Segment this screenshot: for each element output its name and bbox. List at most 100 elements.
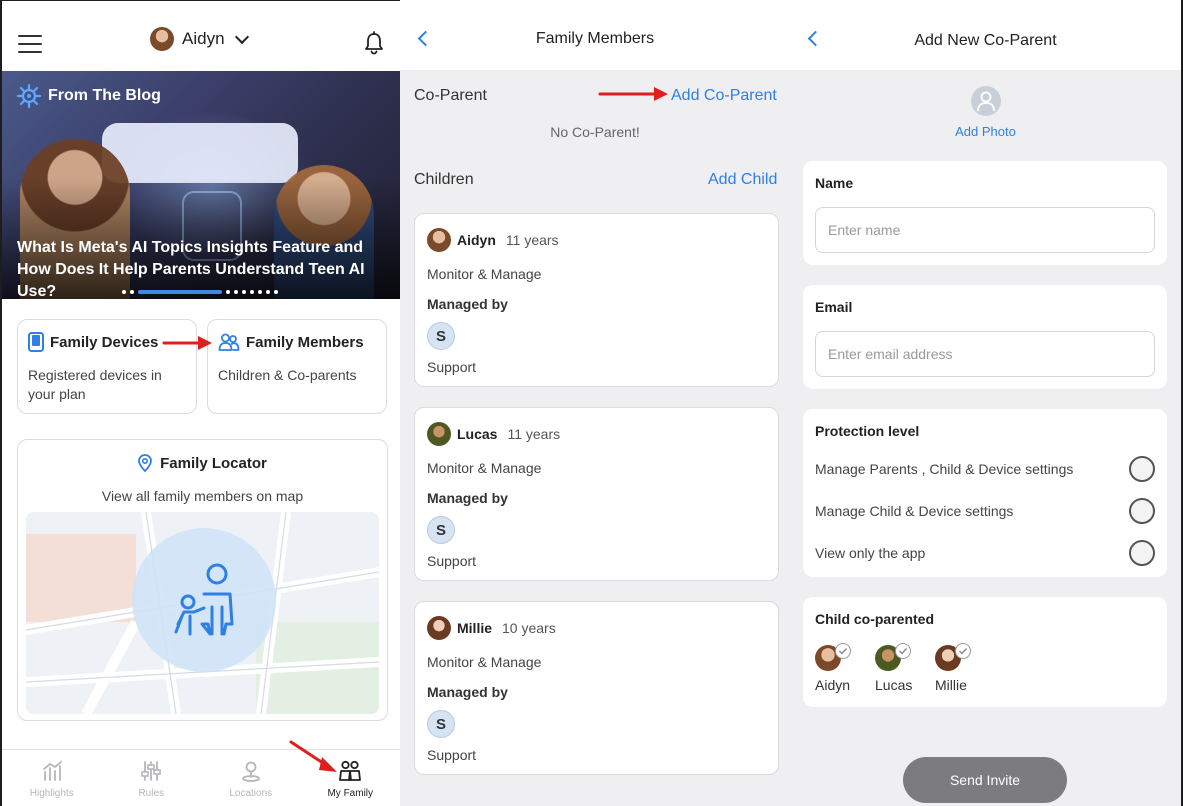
home-header: Aidyn bbox=[2, 1, 400, 71]
bottom-tab-bar: Highlights Rules Locations My Family bbox=[2, 749, 400, 806]
protection-option-view-only[interactable]: View only the app bbox=[815, 540, 1155, 566]
tab-locations-label: Locations bbox=[229, 788, 273, 799]
managed-by-label: Managed by bbox=[427, 684, 508, 700]
page-title: Family Members bbox=[535, 30, 655, 47]
add-co-parent-header: Add New Co-Parent bbox=[790, 0, 1181, 70]
user-name: Aidyn bbox=[182, 29, 225, 48]
check-icon bbox=[955, 643, 971, 659]
family-members-title: Family Members bbox=[246, 333, 364, 351]
monitor-manage-text: Monitor & Manage bbox=[427, 266, 542, 282]
chart-icon bbox=[42, 761, 62, 781]
annotation-arrow-my-family bbox=[289, 740, 337, 772]
protection-option-manage-child[interactable]: Manage Child & Device settings bbox=[815, 498, 1155, 524]
email-field-card: Email bbox=[803, 285, 1167, 389]
send-invite-button[interactable]: Send Invite bbox=[903, 757, 1067, 803]
user-avatar bbox=[150, 27, 174, 51]
annotation-arrow-family-members bbox=[162, 336, 212, 350]
chevron-down-icon bbox=[234, 29, 249, 44]
manager-name: Support bbox=[427, 359, 477, 375]
family-locator-subtitle: View all family members on map bbox=[101, 488, 304, 504]
home-screen: Aidyn From The Blog What Is Meta's AI To… bbox=[0, 0, 400, 806]
child-name: Aidyn bbox=[815, 677, 851, 693]
children-section-label: Children bbox=[414, 171, 474, 188]
location-icon bbox=[241, 761, 260, 782]
add-photo-link[interactable]: Add Photo bbox=[955, 124, 1016, 139]
tab-rules[interactable]: Rules bbox=[102, 750, 202, 806]
family-members-card[interactable]: Family Members Children & Co-parents bbox=[207, 319, 387, 414]
child-avatar bbox=[427, 228, 451, 252]
family-members-screen: Family Members Co-Parent Add Co-Parent N… bbox=[400, 0, 790, 806]
tab-locations[interactable]: Locations bbox=[201, 750, 301, 806]
add-photo-area[interactable]: Add Photo bbox=[790, 86, 1181, 139]
child-age: 11 years bbox=[507, 426, 561, 442]
child-card-millie[interactable]: Millie 10 years Monitor & Manage Managed… bbox=[414, 601, 779, 775]
child-name: Lucas bbox=[457, 426, 498, 442]
family-locator-card[interactable]: Family Locator View all family members o… bbox=[17, 439, 388, 721]
child-selector: Aidyn Lucas Millie bbox=[815, 643, 975, 693]
protection-option-label: View only the app bbox=[815, 545, 926, 561]
tab-highlights-label: Highlights bbox=[29, 788, 74, 799]
add-co-parent-link[interactable]: Add Co-Parent bbox=[671, 87, 777, 105]
co-parent-child-millie[interactable]: Millie bbox=[935, 643, 975, 693]
manager-name: Support bbox=[427, 747, 477, 763]
co-parent-section-label: Co-Parent bbox=[414, 87, 487, 104]
child-name: Millie bbox=[935, 677, 967, 693]
manager-avatar: S bbox=[427, 710, 455, 738]
person-placeholder-icon bbox=[970, 86, 1001, 116]
tab-highlights[interactable]: Highlights bbox=[2, 750, 102, 806]
bell-icon[interactable] bbox=[363, 31, 385, 55]
co-parent-child-aidyn[interactable]: Aidyn bbox=[815, 643, 855, 693]
carousel-dots bbox=[122, 290, 278, 294]
co-parent-child-lucas[interactable]: Lucas bbox=[875, 643, 915, 693]
family-locator-title: Family Locator bbox=[160, 454, 267, 472]
protection-option-label: Manage Child & Device settings bbox=[815, 503, 1014, 519]
child-card-lucas[interactable]: Lucas 11 years Monitor & Manage Managed … bbox=[414, 407, 779, 581]
check-icon bbox=[835, 643, 851, 659]
family-icon bbox=[339, 760, 362, 781]
name-label: Name bbox=[815, 175, 854, 191]
name-input[interactable] bbox=[815, 207, 1155, 253]
child-card-aidyn[interactable]: Aidyn 11 years Monitor & Manage Managed … bbox=[414, 213, 779, 387]
blog-tag: From The Blog bbox=[16, 83, 161, 109]
blog-image-bubble bbox=[102, 123, 298, 183]
family-members-subtitle: Children & Co-parents bbox=[218, 367, 357, 383]
managed-by-label: Managed by bbox=[427, 296, 508, 312]
sliders-icon bbox=[141, 761, 162, 781]
protection-level-label: Protection level bbox=[815, 423, 920, 439]
child-avatar bbox=[427, 422, 451, 446]
ai-gear-icon bbox=[16, 83, 42, 109]
user-switcher[interactable]: Aidyn bbox=[150, 27, 249, 51]
child-avatar bbox=[427, 616, 451, 640]
map-preview[interactable] bbox=[26, 512, 379, 714]
radio-button[interactable] bbox=[1129, 498, 1155, 524]
child-name: Millie bbox=[457, 620, 493, 636]
radio-button[interactable] bbox=[1129, 456, 1155, 482]
location-pin-icon bbox=[138, 454, 153, 472]
protection-level-card: Protection level Manage Parents , Child … bbox=[803, 409, 1167, 577]
radio-button[interactable] bbox=[1129, 540, 1155, 566]
tab-rules-label: Rules bbox=[138, 788, 165, 799]
manager-name: Support bbox=[427, 553, 477, 569]
family-devices-title: Family Devices bbox=[50, 333, 159, 351]
child-name: Lucas bbox=[875, 677, 913, 693]
menu-icon[interactable] bbox=[18, 35, 42, 53]
email-label: Email bbox=[815, 299, 853, 315]
blog-carousel[interactable]: From The Blog What Is Meta's AI Topics I… bbox=[2, 71, 400, 299]
protection-option-label: Manage Parents , Child & Device settings bbox=[815, 461, 1074, 477]
add-co-parent-screen: Add New Co-Parent Add Photo Name Email P… bbox=[790, 0, 1183, 806]
email-input[interactable] bbox=[815, 331, 1155, 377]
add-child-link[interactable]: Add Child bbox=[708, 171, 777, 189]
child-co-parented-card: Child co-parented Aidyn Lucas Millie bbox=[803, 597, 1167, 707]
phone-icon bbox=[28, 332, 44, 352]
people-icon bbox=[218, 333, 240, 351]
managed-by-label: Managed by bbox=[427, 490, 508, 506]
family-members-header: Family Members bbox=[400, 0, 790, 70]
page-title: Add New Co-Parent bbox=[914, 32, 1057, 49]
protection-option-manage-parents[interactable]: Manage Parents , Child & Device settings bbox=[815, 456, 1155, 482]
name-field-card: Name bbox=[803, 161, 1167, 265]
manager-avatar: S bbox=[427, 322, 455, 350]
manager-avatar: S bbox=[427, 516, 455, 544]
annotation-arrow-add-co-parent bbox=[598, 87, 668, 101]
family-devices-subtitle: Registered devices in your plan bbox=[28, 367, 162, 402]
child-age: 10 years bbox=[502, 620, 556, 636]
